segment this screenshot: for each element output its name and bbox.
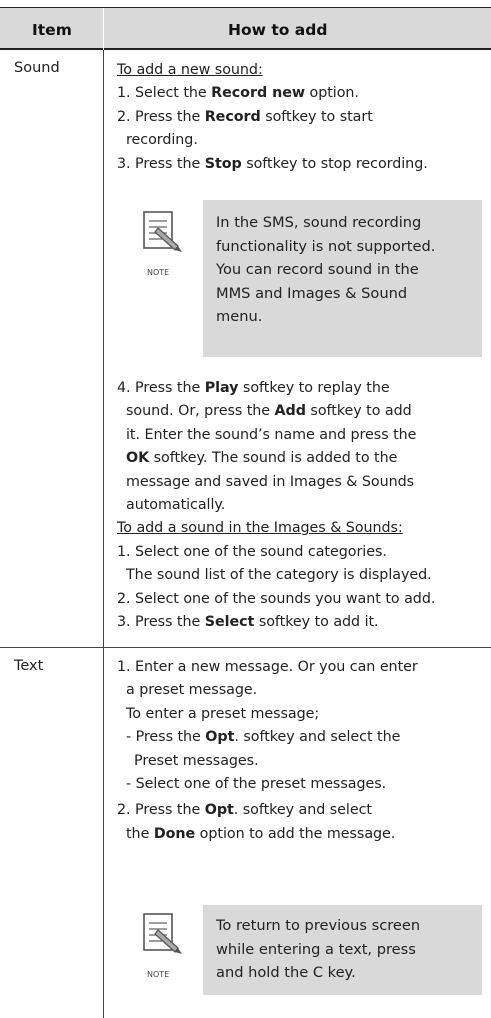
note-line: menu. — [216, 308, 263, 325]
bold-term: Stop — [204, 155, 242, 172]
header-item: Item — [32, 21, 72, 39]
text-run: 1. Select the — [117, 85, 212, 102]
note-line: and hold the C key. — [216, 964, 356, 981]
text-run: automatically. — [126, 497, 226, 513]
text-run: To add a new sound: — [117, 62, 263, 78]
instruction-line: sound. Or, press the Add softkey to add — [126, 403, 412, 419]
bold-term: Opt — [204, 802, 234, 819]
text-run: - Press the — [126, 729, 206, 746]
instruction-line: 2. Select one of the sounds you want to … — [117, 591, 435, 607]
instruction-line: 3. Press the Select softkey to add it. — [117, 614, 379, 630]
instruction-line: OK softkey. The sound is added to the — [126, 450, 397, 466]
text-run: softkey to add it. — [254, 614, 379, 630]
note-line: You can record sound in the — [216, 261, 419, 278]
row-item-text: Text — [14, 658, 44, 674]
text-run: softkey to replay the — [238, 380, 390, 396]
text-run: 2. Press the — [117, 108, 205, 125]
text-run: . softkey and select the — [234, 729, 401, 746]
text-run: message and saved in Images & Sounds — [126, 473, 415, 490]
row-divider — [0, 647, 491, 648]
instruction-line: the Done option to add the message. — [126, 826, 395, 842]
text-run: sound. Or, press the — [126, 403, 275, 420]
instruction-line: 1. Select the Record new option. — [117, 85, 359, 101]
text-run: Preset messages. — [134, 752, 259, 769]
text-run: it. Enter the sound’s name and press the — [126, 426, 417, 443]
note-icon-label: NOTE — [147, 970, 170, 979]
note-line: while entering a text, press — [216, 940, 416, 958]
text-run: 1. Enter a new message. Or you can enter — [117, 659, 418, 675]
note-icon-label: NOTE — [147, 268, 170, 277]
bold-term: Done — [153, 825, 196, 842]
text-run: the — [126, 825, 154, 842]
instruction-line: recording. — [126, 132, 198, 148]
instruction-line: 1. Select one of the sound categories. — [117, 544, 387, 560]
text-run: 4. Press the — [117, 380, 205, 396]
text-run: The sound list of the category is displa… — [126, 567, 432, 584]
header-how-to-add: How to add — [228, 21, 328, 39]
text-run: To add a sound in the Images & Sounds: — [117, 520, 403, 537]
text-run: 1. Select one of the sound categories. — [117, 543, 387, 560]
text-run: 3. Press the — [117, 614, 205, 630]
bold-term: Play — [204, 380, 239, 396]
text-run: 2. Press the — [117, 802, 205, 819]
text-run: 3. Press the — [117, 155, 205, 172]
instruction-line: a preset message. — [126, 682, 257, 698]
instruction-line: - Select one of the preset messages. — [126, 776, 386, 792]
note-icon — [143, 913, 182, 954]
instruction-line: To add a new sound: — [117, 62, 263, 78]
text-run: recording. — [126, 132, 198, 149]
instruction-line: 2. Press the Opt. softkey and select — [117, 802, 372, 818]
text-run: To enter a preset message; — [126, 705, 320, 722]
instruction-line: 4. Press the Play softkey to replay the — [117, 380, 390, 396]
instruction-line: 1. Enter a new message. Or you can enter — [117, 659, 418, 675]
instruction-line: 3. Press the Stop softkey to stop record… — [117, 156, 428, 172]
note-line: functionality is not supported. — [216, 237, 436, 255]
instruction-line: 2. Press the Record softkey to start — [117, 109, 373, 125]
text-run: 2. Select one of the sounds you want to … — [117, 590, 436, 607]
text-run: option. — [305, 85, 359, 102]
text-run: softkey. The sound is added to the — [149, 450, 398, 467]
instruction-line: it. Enter the sound’s name and press the — [126, 427, 416, 443]
note-line: To return to previous screen — [216, 917, 421, 934]
text-run: . softkey and select — [233, 802, 372, 819]
bold-term: OK — [126, 450, 150, 467]
instruction-line: - Press the Opt. softkey and select the — [126, 729, 400, 745]
note-icon — [143, 211, 182, 252]
column-divider — [103, 50, 104, 1018]
bold-term: Select — [204, 614, 255, 630]
bold-term: Record new — [211, 85, 306, 102]
text-run: softkey to stop recording. — [241, 155, 428, 172]
instruction-line: To add a sound in the Images & Sounds: — [117, 520, 403, 536]
text-run: - Select one of the preset messages. — [126, 776, 387, 792]
instruction-line: The sound list of the category is displa… — [126, 567, 432, 583]
instruction-line: To enter a preset message; — [126, 706, 319, 722]
text-run: a preset message. — [126, 682, 258, 699]
instruction-line: automatically. — [126, 497, 225, 513]
instruction-line: Preset messages. — [134, 753, 259, 769]
bold-term: Opt — [205, 729, 235, 746]
instruction-line: message and saved in Images & Sounds — [126, 474, 414, 490]
text-run: softkey to add — [305, 403, 412, 420]
text-run: option to add the message. — [195, 825, 396, 842]
text-run: softkey to start — [260, 108, 373, 125]
bold-term: Add — [274, 403, 306, 420]
bold-term: Record — [204, 108, 261, 125]
note-line: MMS and Images & Sound — [216, 284, 408, 302]
note-line: In the SMS, sound recording — [216, 214, 422, 231]
row-item-sound: Sound — [14, 60, 60, 76]
